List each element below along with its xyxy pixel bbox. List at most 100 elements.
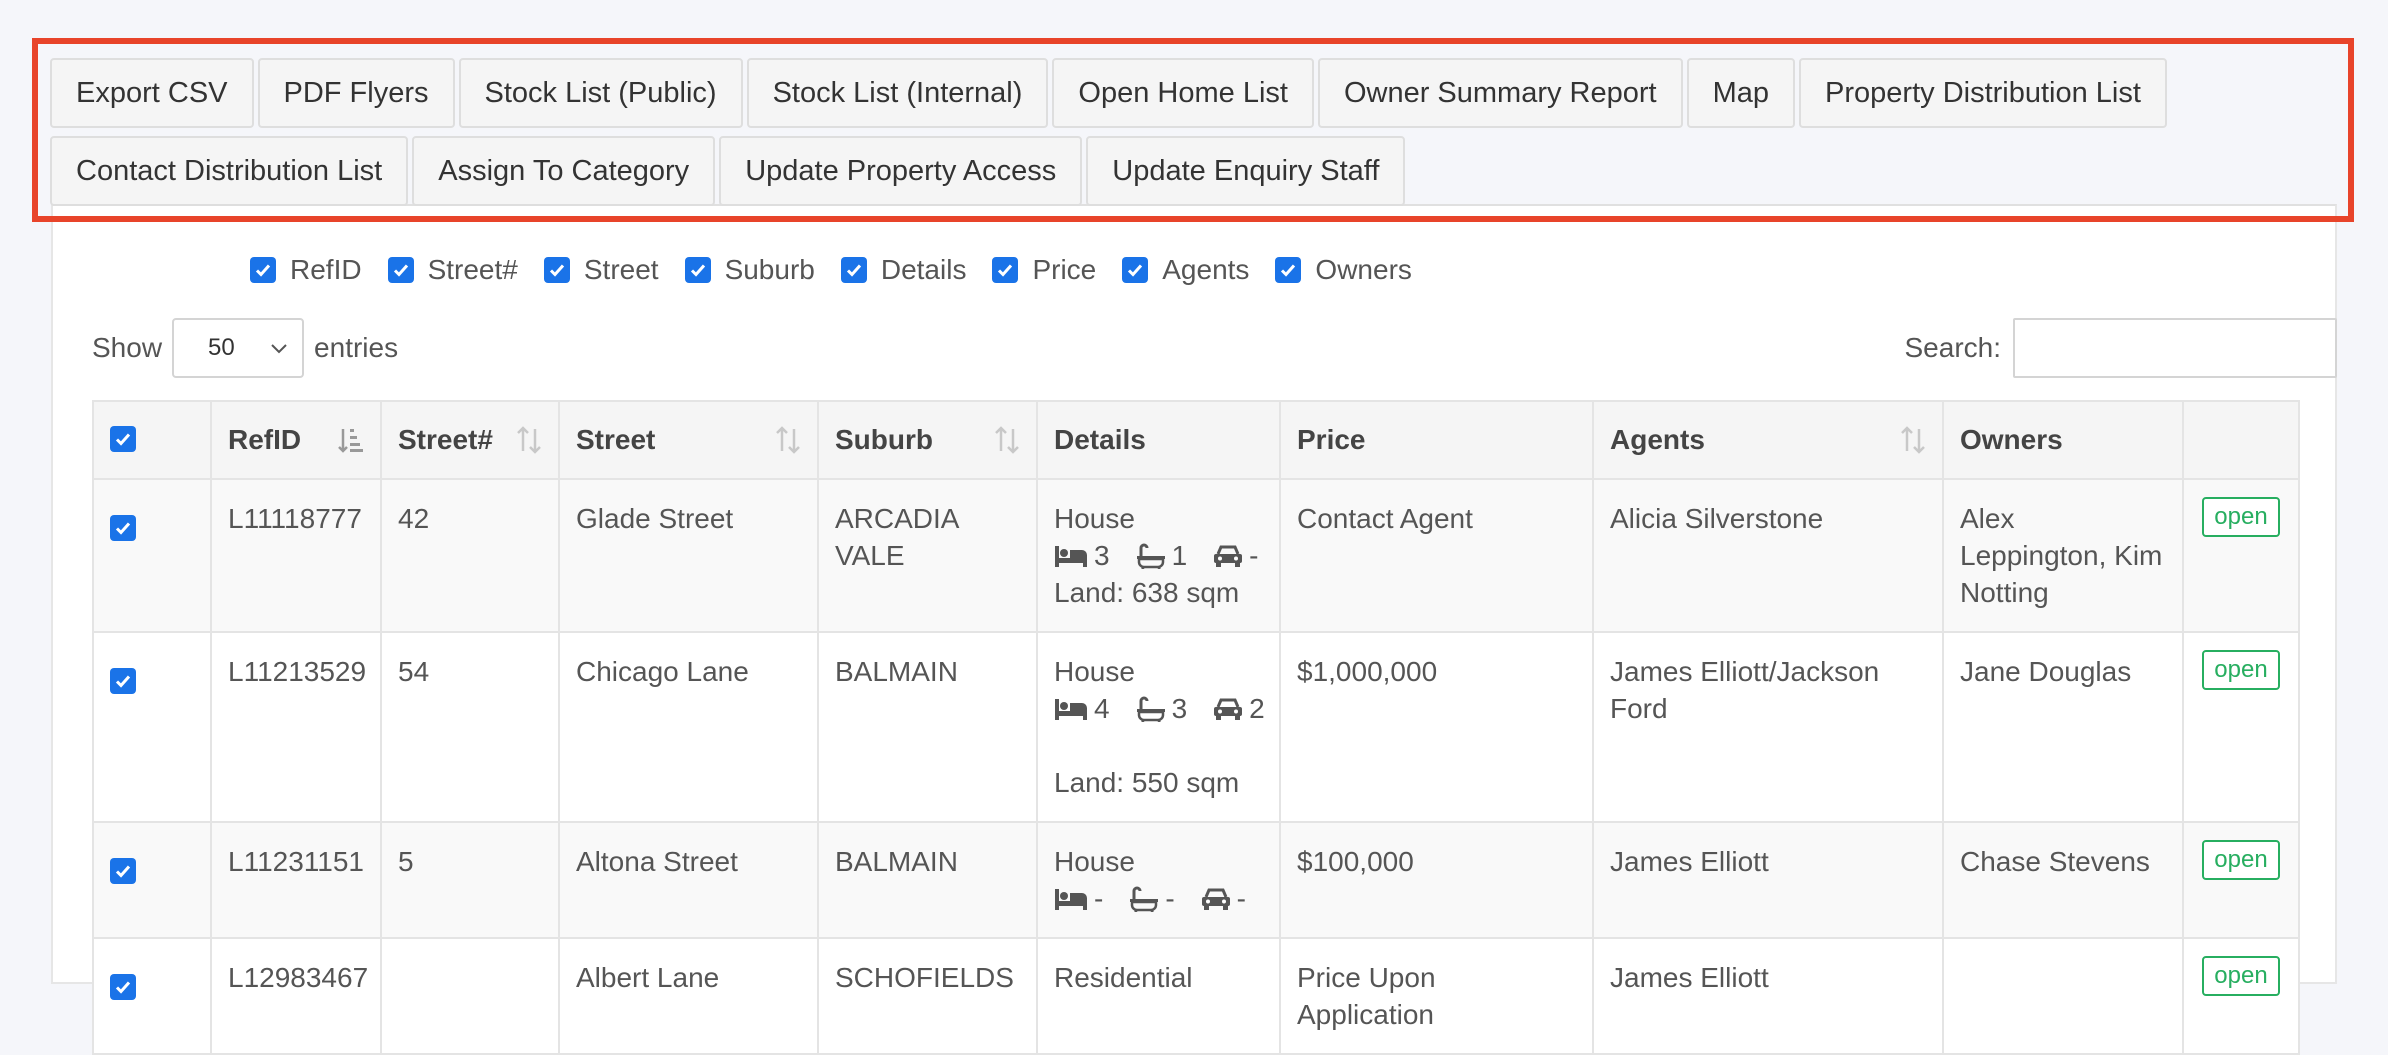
toggle-details[interactable]: Details xyxy=(840,254,966,286)
toggle-street-no[interactable]: Street# xyxy=(387,254,518,286)
update-enquiry-staff-button[interactable]: Update Enquiry Staff xyxy=(1086,136,1406,206)
entries-label: entries xyxy=(314,332,399,363)
cell-refid: L12983467 xyxy=(210,937,382,1055)
cell-suburb: BALMAIN xyxy=(817,821,1038,939)
property-distribution-list-button[interactable]: Property Distribution List xyxy=(1799,58,2167,128)
beds-count: 3 xyxy=(1094,540,1110,571)
owner-summary-report-button[interactable]: Owner Summary Report xyxy=(1317,58,1683,128)
header-suburb[interactable]: Suburb xyxy=(817,400,1038,480)
search-control: Search: xyxy=(1905,318,2337,378)
cars-count: - xyxy=(1236,883,1246,914)
baths: 3 xyxy=(1136,690,1187,727)
toggle-label: Street# xyxy=(427,254,518,285)
cell-agents: Alicia Silverstone xyxy=(1592,478,1944,633)
check-icon xyxy=(115,981,131,994)
cell-refid: L11231151 xyxy=(210,821,382,939)
cell-street: Altona Street xyxy=(558,821,819,939)
checkbox[interactable] xyxy=(387,257,414,283)
cell-owners: Jane Douglas xyxy=(1942,631,2184,823)
baths-count: 1 xyxy=(1171,540,1188,571)
check-icon xyxy=(115,675,131,688)
checkbox[interactable] xyxy=(1122,257,1149,283)
stock-list-internal-button[interactable]: Stock List (Internal) xyxy=(746,58,1049,128)
select-all-checkbox[interactable] xyxy=(110,426,136,452)
open-home-list-button[interactable]: Open Home List xyxy=(1052,58,1314,128)
open-button[interactable]: open xyxy=(2202,650,2280,690)
check-icon xyxy=(998,264,1013,277)
toggle-suburb[interactable]: Suburb xyxy=(684,254,815,286)
car-icon xyxy=(1214,545,1243,567)
cell-price: $100,000 xyxy=(1279,821,1594,939)
land-size: Land: 550 sqm xyxy=(1054,767,1240,798)
row-checkbox[interactable] xyxy=(110,515,136,541)
property-type: Residential xyxy=(1054,962,1193,993)
cell-agents: James Elliott xyxy=(1592,937,1944,1055)
bath-icon xyxy=(1130,886,1159,912)
header-street[interactable]: Street xyxy=(558,400,819,480)
row-select-cell xyxy=(92,821,212,939)
bed-icon xyxy=(1055,698,1087,720)
toggle-price[interactable]: Price xyxy=(992,254,1096,286)
row-checkbox[interactable] xyxy=(110,668,136,694)
toggle-refid[interactable]: RefID xyxy=(250,254,362,286)
entries-value: 50 xyxy=(208,334,235,361)
row-select-cell xyxy=(92,478,212,633)
search-input[interactable] xyxy=(2013,318,2337,378)
assign-to-category-button[interactable]: Assign To Category xyxy=(412,136,716,206)
cars: - xyxy=(1201,880,1246,917)
cell-action: open xyxy=(2182,937,2300,1055)
cell-owners xyxy=(1942,937,2184,1055)
cell-street-no xyxy=(380,937,560,1055)
cell-street: Glade Street xyxy=(558,478,819,633)
table-row: L11118777 42 Glade Street ARCADIA VALE House… xyxy=(92,478,2300,633)
cell-street: Chicago Lane xyxy=(558,631,819,823)
entries-select[interactable]: 50 xyxy=(172,318,305,378)
open-button[interactable]: open xyxy=(2202,956,2280,996)
bed-icon xyxy=(1055,888,1087,910)
open-button[interactable]: open xyxy=(2202,497,2280,537)
cell-price: Price Upon Application xyxy=(1279,937,1594,1055)
pdf-flyers-button[interactable]: PDF Flyers xyxy=(257,58,455,128)
beds-count: - xyxy=(1094,883,1104,914)
check-icon xyxy=(115,865,131,878)
bath-icon xyxy=(1136,543,1165,569)
cell-street-no: 54 xyxy=(380,631,560,823)
toggle-owners[interactable]: Owners xyxy=(1275,254,1412,286)
header-refid[interactable]: RefID xyxy=(210,400,382,480)
checkbox[interactable] xyxy=(840,257,867,283)
toggle-agents[interactable]: Agents xyxy=(1122,254,1249,286)
header-owners: Owners xyxy=(1942,400,2184,480)
cell-action: open xyxy=(2182,821,2300,939)
land-size: Land: 638 sqm xyxy=(1054,577,1240,608)
checkbox[interactable] xyxy=(1275,257,1302,283)
stock-list-public-button[interactable]: Stock List (Public) xyxy=(458,58,743,128)
header-price: Price xyxy=(1279,400,1594,480)
header-street-no[interactable]: Street# xyxy=(380,400,560,480)
checkbox[interactable] xyxy=(684,257,711,283)
cell-street-no: 42 xyxy=(380,478,560,633)
header-details: Details xyxy=(1036,400,1281,480)
chevron-down-icon xyxy=(271,344,287,354)
open-button[interactable]: open xyxy=(2202,840,2280,880)
row-checkbox[interactable] xyxy=(110,974,136,1000)
map-button[interactable]: Map xyxy=(1686,58,1796,128)
export-csv-button[interactable]: Export CSV xyxy=(50,58,254,128)
checkbox[interactable] xyxy=(543,257,570,283)
row-checkbox[interactable] xyxy=(110,858,136,884)
checkbox[interactable] xyxy=(992,257,1019,283)
cell-suburb: SCHOFIELDS xyxy=(817,937,1038,1055)
cars: - xyxy=(1213,537,1258,574)
sort-icon xyxy=(1900,425,1926,455)
check-icon xyxy=(115,522,131,535)
check-icon xyxy=(255,264,271,277)
check-icon xyxy=(1128,264,1143,277)
update-property-access-button[interactable]: Update Property Access xyxy=(719,136,1083,206)
beds: - xyxy=(1054,880,1103,917)
toggle-street[interactable]: Street xyxy=(543,254,659,286)
contact-distribution-list-button[interactable]: Contact Distribution List xyxy=(50,136,409,206)
cell-action: open xyxy=(2182,478,2300,633)
checkbox[interactable] xyxy=(250,257,276,283)
header-agents[interactable]: Agents xyxy=(1592,400,1944,480)
cell-action: open xyxy=(2182,631,2300,823)
cell-suburb: ARCADIA VALE xyxy=(817,478,1038,633)
